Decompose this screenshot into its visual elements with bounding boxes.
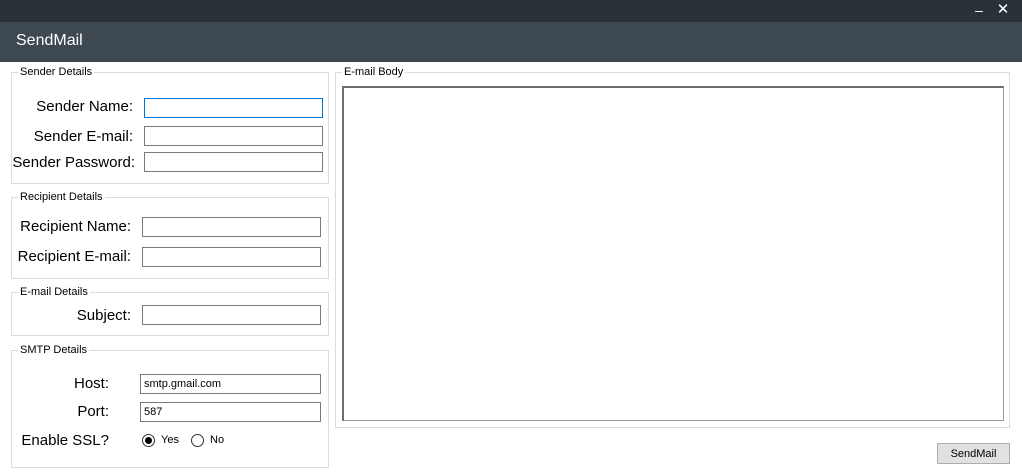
sender-password-input[interactable] — [144, 152, 323, 172]
app-title: SendMail — [16, 32, 83, 49]
recipient-details-legend: Recipient Details — [18, 191, 105, 204]
sender-password-label: Sender Password: — [12, 154, 135, 171]
ssl-yes-label[interactable]: Yes — [161, 434, 179, 447]
subject-input[interactable] — [142, 305, 321, 325]
port-label: Port: — [77, 403, 109, 420]
email-details-legend: E-mail Details — [18, 286, 90, 299]
ssl-no-radio[interactable] — [191, 434, 204, 447]
smtp-details-legend: SMTP Details — [18, 344, 90, 357]
close-icon[interactable]: ✕ — [991, 0, 1015, 22]
title-bar: – ✕ — [0, 0, 1022, 22]
host-input[interactable] — [140, 374, 321, 394]
app-header: SendMail — [0, 22, 1022, 62]
recipient-name-label: Recipient Name: — [20, 218, 131, 235]
sender-email-label: Sender E-mail: — [33, 128, 133, 145]
subject-label: Subject: — [76, 307, 131, 324]
send-mail-button[interactable]: SendMail — [937, 443, 1010, 464]
email-body-legend: E-mail Body — [342, 66, 406, 79]
sender-name-label: Sender Name: — [36, 98, 133, 115]
sender-details-legend: Sender Details — [18, 66, 95, 79]
email-body-textarea[interactable] — [342, 86, 1004, 421]
minimize-icon[interactable]: – — [967, 0, 991, 22]
enable-ssl-label: Enable SSL? — [21, 432, 109, 449]
ssl-yes-radio[interactable] — [142, 434, 155, 447]
recipient-email-label: Recipient E-mail: — [17, 248, 131, 265]
sender-email-input[interactable] — [144, 126, 323, 146]
ssl-no-label[interactable]: No — [210, 434, 224, 447]
recipient-name-input[interactable] — [142, 217, 321, 237]
recipient-email-input[interactable] — [142, 247, 321, 267]
host-label: Host: — [73, 375, 109, 392]
port-input[interactable] — [140, 402, 321, 422]
sender-name-input[interactable] — [144, 98, 323, 118]
radio-selected-dot — [145, 437, 152, 444]
